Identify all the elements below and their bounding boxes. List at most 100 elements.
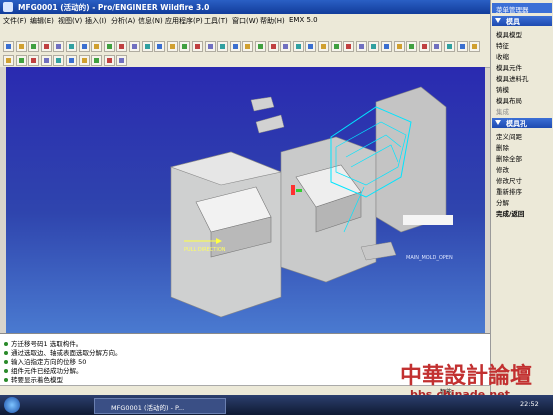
tool-icon xyxy=(119,44,125,49)
menu-tools[interactable]: 工具(T) xyxy=(204,16,228,26)
toolbar-button[interactable] xyxy=(229,41,241,52)
menu-applications[interactable]: 应用程序(P) xyxy=(165,16,203,26)
toolbar-button[interactable] xyxy=(91,55,103,66)
hole-menu-item[interactable]: 删除全部 xyxy=(496,153,522,163)
mold-menu-item[interactable]: 模具元件 xyxy=(496,62,522,72)
toolbar-button[interactable] xyxy=(28,55,40,66)
tool-icon xyxy=(421,44,427,49)
tool-icon xyxy=(472,44,478,49)
toolbar-button[interactable] xyxy=(444,41,455,52)
toolbar-button[interactable] xyxy=(91,41,103,52)
toolbar-button[interactable] xyxy=(192,41,203,52)
toolbar-button[interactable] xyxy=(355,41,367,52)
toolbar-button[interactable] xyxy=(103,41,115,52)
toolbar-button[interactable] xyxy=(116,41,128,52)
window-title: MFG0001 (活动的) - Pro/ENGINEER Wildfire 3.… xyxy=(18,3,210,12)
tool-icon xyxy=(157,44,163,49)
menu-info[interactable]: 信息(N) xyxy=(138,16,163,26)
toolbar-button[interactable] xyxy=(368,41,380,52)
menu-analysis[interactable]: 分析(A) xyxy=(111,16,135,26)
tool-icon xyxy=(245,44,251,49)
hole-menu-item[interactable]: 定义间距 xyxy=(496,131,522,141)
tool-icon xyxy=(106,58,112,63)
toolbar-button[interactable] xyxy=(406,41,418,52)
tool-icon xyxy=(308,44,314,49)
tool-icon xyxy=(69,58,74,63)
toolbar-button[interactable] xyxy=(456,41,468,52)
toolbar-button[interactable] xyxy=(15,55,27,66)
menu-file[interactable]: 文件(F) xyxy=(3,16,27,26)
toolbar-button[interactable] xyxy=(305,41,317,52)
mold-menu-item[interactable]: 特征 xyxy=(496,40,509,50)
hole-menu-item[interactable]: 修改 xyxy=(496,164,509,174)
toolbar-button[interactable] xyxy=(78,41,90,52)
toolbar-button[interactable] xyxy=(40,41,52,52)
tool-icon xyxy=(119,58,125,63)
toolbar-button[interactable] xyxy=(3,41,14,52)
graphics-viewport[interactable]: PULL DIRECTION MAIN_MOLD_OPEN xyxy=(6,67,485,333)
toolbar-button[interactable] xyxy=(179,41,191,52)
mold-model xyxy=(169,86,453,318)
mold-menu-item[interactable]: 模具布局 xyxy=(496,95,522,105)
toolbar-button[interactable] xyxy=(53,41,65,52)
mold-menu-item[interactable]: 收缩 xyxy=(496,51,509,61)
toolbar-button[interactable] xyxy=(28,41,40,52)
toolbar-button[interactable] xyxy=(53,55,65,66)
toolbar-button[interactable] xyxy=(154,41,166,52)
taskbar-app-button[interactable]: MFG0001 (活动的) - P... xyxy=(94,398,226,414)
toolbar-button[interactable] xyxy=(431,41,443,52)
toolbar-button[interactable] xyxy=(141,41,153,52)
tool-icon xyxy=(31,44,37,49)
tool-icon xyxy=(258,44,263,49)
tool-icon xyxy=(346,44,352,49)
toolbar-button[interactable] xyxy=(418,41,430,52)
toolbar-button[interactable] xyxy=(78,55,90,66)
menu-help[interactable]: 帮助(H) xyxy=(260,16,285,26)
toolbar-button[interactable] xyxy=(40,55,52,66)
toolbar-button[interactable] xyxy=(66,55,77,66)
start-button[interactable] xyxy=(4,397,20,413)
toolbar-button[interactable] xyxy=(242,41,254,52)
menu-bar: 文件(F) 编辑(E) 视图(V) 插入(I) 分析(A) 信息(N) 应用程序… xyxy=(0,14,490,27)
toolbar-button[interactable] xyxy=(129,41,140,52)
hole-menu-item[interactable]: 修改尺寸 xyxy=(496,175,522,185)
toolbar-button[interactable] xyxy=(255,41,266,52)
toolbar-button[interactable] xyxy=(166,41,178,52)
mold-menu-item[interactable]: 铸模 xyxy=(496,84,509,94)
tool-icon xyxy=(56,44,62,49)
toolbar-button[interactable] xyxy=(217,41,229,52)
toolbar-button[interactable] xyxy=(381,41,392,52)
tool-icon xyxy=(434,44,440,49)
mold-hole-menu-header[interactable]: 模具孔 xyxy=(492,118,552,128)
toolbar-button[interactable] xyxy=(318,41,329,52)
toolbar-button[interactable] xyxy=(292,41,304,52)
menu-window[interactable]: 窗口(W) xyxy=(232,16,258,26)
toolbar-button[interactable] xyxy=(469,41,481,52)
menu-manager-title: 菜单管理器 xyxy=(492,3,552,14)
tool-icon xyxy=(69,44,74,49)
hole-menu-item[interactable]: 分解 xyxy=(496,197,509,207)
done-return-button[interactable]: 完成/返回 xyxy=(496,208,524,218)
tool-icon xyxy=(333,44,339,49)
mold-menu-header[interactable]: 模具 xyxy=(492,16,552,26)
toolbar-button[interactable] xyxy=(116,55,128,66)
menu-view[interactable]: 视图(V) xyxy=(58,16,82,26)
toolbar-button[interactable] xyxy=(280,41,292,52)
toolbar-button[interactable] xyxy=(267,41,279,52)
mold-menu-item[interactable]: 模具进料孔 xyxy=(496,73,529,83)
toolbar-button[interactable] xyxy=(15,41,27,52)
hole-menu-item[interactable]: 删除 xyxy=(496,142,509,152)
mold-menu-item[interactable]: 模具模型 xyxy=(496,29,522,39)
menu-insert[interactable]: 插入(I) xyxy=(85,16,107,26)
toolbar-button[interactable] xyxy=(393,41,405,52)
hole-menu-item[interactable]: 重新排序 xyxy=(496,186,522,196)
toolbar-button[interactable] xyxy=(204,41,216,52)
tool-icon xyxy=(220,44,226,49)
menu-emx[interactable]: EMX 5.0 xyxy=(289,16,318,24)
toolbar-button[interactable] xyxy=(330,41,342,52)
menu-edit[interactable]: 编辑(E) xyxy=(30,16,54,26)
toolbar-button[interactable] xyxy=(343,41,355,52)
toolbar-button[interactable] xyxy=(3,55,14,66)
toolbar-button[interactable] xyxy=(66,41,77,52)
toolbar-button[interactable] xyxy=(103,55,115,66)
